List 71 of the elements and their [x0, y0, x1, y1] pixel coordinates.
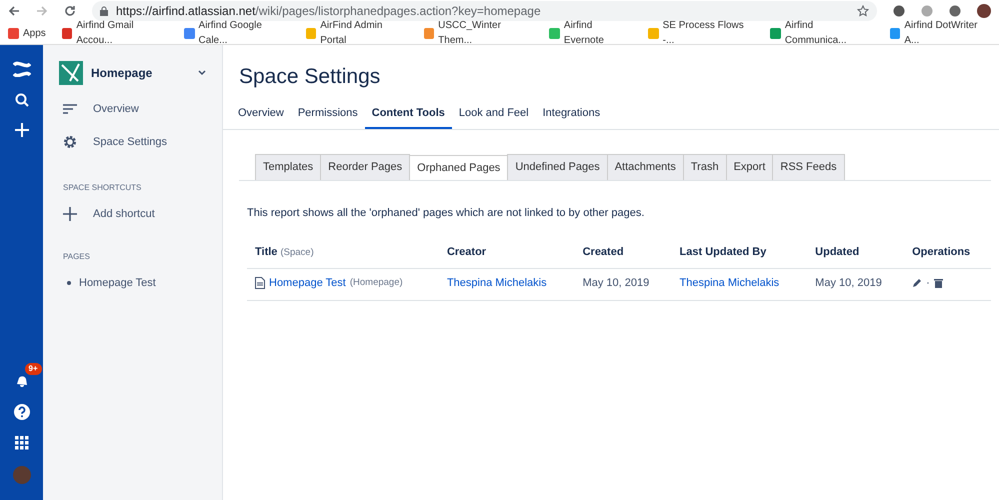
search-icon[interactable]	[14, 93, 28, 107]
sidebar-link[interactable]: Space Settings	[93, 134, 167, 150]
back-icon[interactable]	[8, 5, 20, 17]
tab[interactable]: Overview	[231, 100, 291, 129]
tab[interactable]: Content Tools	[364, 100, 452, 129]
column-header: Creator	[438, 237, 575, 268]
chevron-down-icon[interactable]	[198, 70, 206, 76]
tab[interactable]: Look and Feel	[452, 100, 536, 129]
page-title: Space Settings	[238, 64, 382, 90]
tab[interactable]: Export	[726, 154, 774, 180]
plus-icon	[63, 207, 77, 222]
page-link[interactable]: Homepage Test	[269, 274, 346, 291]
bookmark-icon[interactable]	[890, 28, 900, 38]
user-link[interactable]: Thespina Michelakis	[680, 276, 780, 288]
section-heading: PAGES	[62, 250, 91, 262]
bookmark-link[interactable]: Airfind DotWriter A...	[904, 18, 991, 48]
star-icon[interactable]	[857, 5, 869, 17]
bookmark-link[interactable]: USCC_Winter Them...	[438, 18, 534, 48]
sidebar-link[interactable]: Overview	[93, 101, 139, 118]
notification-badge: 9+	[24, 363, 42, 375]
tab[interactable]: Integrations	[536, 100, 608, 129]
tab[interactable]: Attachments	[606, 154, 684, 180]
column-header: Last Updated By	[672, 237, 808, 268]
profile-avatar-icon[interactable]	[977, 4, 991, 18]
plus-icon[interactable]	[14, 123, 28, 137]
column-header: Operations	[904, 237, 991, 268]
reload-icon[interactable]	[64, 5, 76, 17]
bookmark-icon[interactable]	[770, 28, 781, 38]
extension-icon[interactable]	[949, 5, 961, 17]
tab[interactable]: Trash	[682, 154, 727, 180]
lines-icon	[63, 104, 77, 114]
trash-icon[interactable]	[934, 278, 943, 288]
page-icon	[255, 276, 265, 289]
bookmark-icon[interactable]	[62, 28, 72, 38]
space-name[interactable]: Homepage	[91, 64, 190, 82]
bookmark-link[interactable]: Airfind Evernote	[564, 18, 632, 48]
bookmark-link[interactable]: AirFind Admin Portal	[320, 18, 408, 48]
settings-icon	[63, 134, 77, 149]
address-bar[interactable]: https://airfind.atlassian.net/wiki/pages/listorphanedpages.action?key=homepage	[92, 1, 877, 21]
bullet-icon	[67, 280, 71, 285]
date-text: May 10, 2019	[582, 276, 650, 288]
bookmark-link[interactable]: Airfind Gmail Accou...	[76, 18, 168, 48]
bookmark-link[interactable]: Airfind Google Cale...	[198, 18, 290, 48]
column-header: Created	[574, 237, 672, 268]
lock-icon	[100, 6, 108, 16]
apps-grid-icon[interactable]	[8, 28, 19, 38]
bookmark-link[interactable]: Airfind Communica...	[784, 18, 874, 48]
column-header: Updated	[807, 237, 904, 268]
column-header: Title (Space)	[247, 237, 439, 268]
help-icon[interactable]	[14, 404, 30, 420]
date-text: May 10, 2019	[815, 276, 882, 288]
section-heading: SPACE SHORTCUTS	[62, 182, 142, 194]
space-logo-icon	[59, 61, 83, 85]
tab[interactable]: Undefined Pages	[507, 154, 608, 180]
description-text: This report shows all the 'orphaned' pages which are not linked to by other pages.	[247, 206, 646, 220]
extension-icon[interactable]	[893, 5, 905, 17]
pencil-icon[interactable]	[912, 278, 922, 288]
tab[interactable]: Reorder Pages	[320, 154, 410, 180]
tab[interactable]: Templates	[255, 154, 322, 180]
space-name: (Homepage)	[350, 276, 403, 290]
tab[interactable]: Permissions	[290, 100, 365, 129]
add-shortcut-link[interactable]: Add shortcut	[93, 206, 155, 222]
bookmark-link[interactable]: Apps	[23, 26, 46, 40]
bookmark-link[interactable]: SE Process Flows -...	[662, 18, 754, 48]
tab[interactable]: RSS Feeds	[772, 154, 845, 180]
user-link[interactable]: Thespina Michelakis	[446, 276, 547, 288]
url-text: https://airfind.atlassian.net/wiki/pages/listorphanedpages.action?key=homepage	[116, 3, 542, 20]
page-tree-link[interactable]: Homepage Test	[79, 274, 156, 291]
separator-dot: ·	[926, 276, 930, 290]
bookmark-icon[interactable]	[184, 28, 195, 38]
app-switcher-icon[interactable]	[14, 436, 28, 450]
